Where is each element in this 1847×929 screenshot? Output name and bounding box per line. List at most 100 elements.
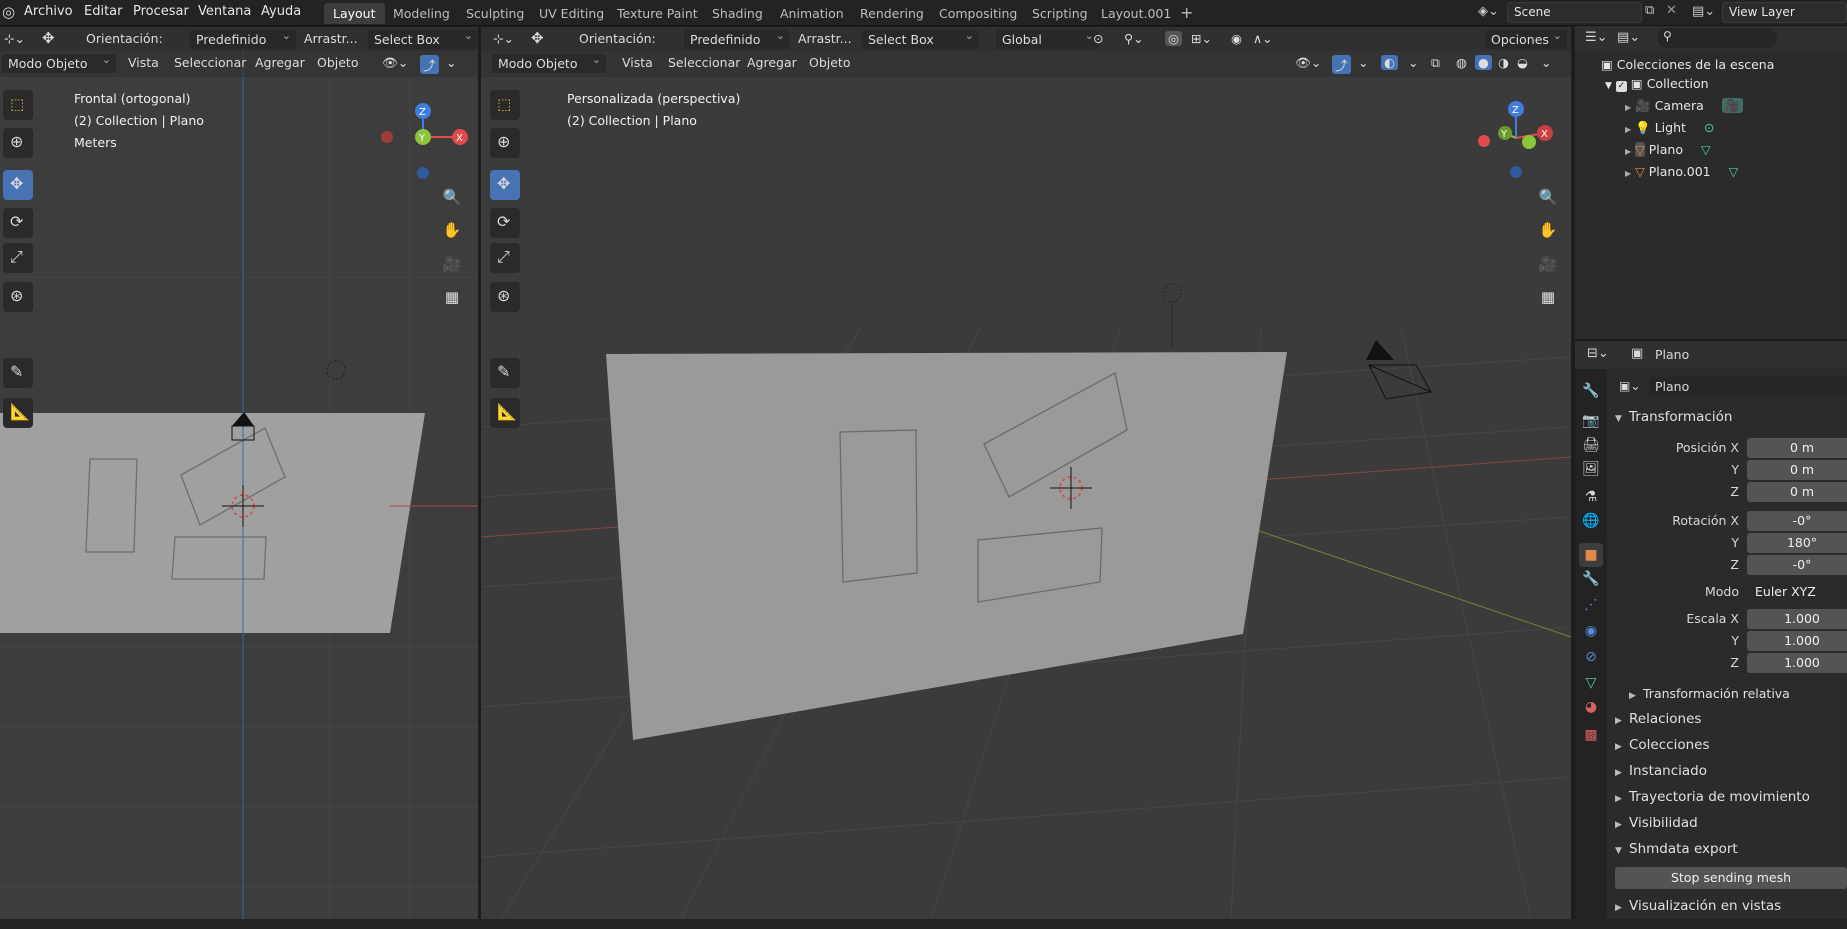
select-mode-dropdown[interactable]: Select Box xyxy=(368,29,478,49)
menu-archivo[interactable]: Archivo xyxy=(24,4,73,19)
menu-seleccionar[interactable]: Seleccionar xyxy=(174,55,246,70)
menu-agregar[interactable]: Agregar xyxy=(747,55,797,70)
texture-tab-icon[interactable]: ▩ xyxy=(1579,723,1603,747)
proportional-edit-icon[interactable]: ◉ xyxy=(1231,31,1242,46)
rotation-x-field[interactable]: -0° xyxy=(1747,511,1847,531)
display-mode-icon[interactable]: ▤⌄ xyxy=(1617,30,1640,45)
snap-toggle-icon[interactable]: ◎ xyxy=(1165,31,1182,46)
expand-arrow-icon[interactable]: ▶ xyxy=(1625,103,1631,112)
snap-icon[interactable]: ⚲⌄ xyxy=(1124,31,1144,46)
position-x-field[interactable]: 0 m xyxy=(1747,438,1847,458)
tab-modeling[interactable]: Modeling xyxy=(384,3,459,24)
pan-hand-icon[interactable]: ✋ xyxy=(439,217,465,243)
overlay-toggle-icon[interactable]: ◐ xyxy=(1381,55,1398,70)
tab-shading[interactable]: Shading xyxy=(703,3,772,24)
shading-material-icon[interactable]: ◑ xyxy=(1498,55,1509,70)
annotate-tool[interactable]: ✎ xyxy=(3,358,33,388)
scene-selector-icon[interactable]: ◈⌄ xyxy=(1478,4,1499,19)
collections-section-header[interactable]: ▶ Colecciones xyxy=(1615,737,1710,753)
material-tab-icon[interactable]: ◕ xyxy=(1579,695,1603,719)
rotate-tool[interactable]: ⟳ xyxy=(3,208,33,238)
tab-texture-paint[interactable]: Texture Paint xyxy=(608,3,707,24)
scale-z-field[interactable]: 1.000 xyxy=(1747,653,1847,673)
pivot-icon[interactable]: ⊙ xyxy=(1093,31,1103,46)
scale-x-field[interactable]: 1.000 xyxy=(1747,609,1847,629)
front-ortho-viewport[interactable]: ⊹⌄ ✥ Orientación: Predefinido Arrastr...… xyxy=(0,27,478,919)
output-tab-icon[interactable]: 🖨 xyxy=(1579,433,1603,457)
tab-sculpting[interactable]: Sculpting xyxy=(457,3,533,24)
world-tab-icon[interactable]: 🌐 xyxy=(1579,509,1603,533)
expand-arrow-icon[interactable]: ▶ xyxy=(1625,169,1631,178)
outliner-item-camera[interactable]: ▶ 🎥 Camera 🎥 xyxy=(1625,98,1744,117)
orientation-dropdown[interactable]: Predefinido xyxy=(190,29,296,49)
data-tab-icon[interactable]: ▽ xyxy=(1579,671,1603,695)
snap-target-icon[interactable]: ⊞⌄ xyxy=(1191,31,1212,46)
gizmo-dropdown-icon[interactable]: ⌄ xyxy=(446,55,456,70)
tab-compositing[interactable]: Compositing xyxy=(930,3,1026,24)
view-layer-field[interactable]: View Layer xyxy=(1722,2,1847,23)
object-type-icon[interactable]: ▣⌄ xyxy=(1619,379,1640,393)
add-workspace-icon[interactable]: + xyxy=(1180,3,1193,22)
mode-dropdown[interactable]: Modo Objeto xyxy=(492,53,606,73)
blender-logo-icon[interactable]: ◎ xyxy=(2,3,15,21)
render-tab-icon[interactable]: 📷 xyxy=(1579,409,1603,433)
cursor-tool[interactable]: ⊕ xyxy=(3,128,33,158)
physics-tab-icon[interactable]: ◉ xyxy=(1579,619,1603,643)
tab-scripting[interactable]: Scripting xyxy=(1023,3,1097,24)
rotate-tool[interactable]: ⟳ xyxy=(490,208,520,238)
pan-hand-icon[interactable]: ✋ xyxy=(1535,217,1561,243)
menu-vista[interactable]: Vista xyxy=(622,55,653,70)
menu-vista[interactable]: Vista xyxy=(128,55,159,70)
transform-space-dropdown[interactable]: Global xyxy=(996,29,1099,49)
visibility-icon[interactable]: 👁⌄ xyxy=(382,55,408,71)
zoom-icon[interactable]: 🔍 xyxy=(439,184,465,210)
motion-paths-section-header[interactable]: ▶ Trayectoria de movimiento xyxy=(1615,789,1810,805)
rotation-mode-dropdown[interactable]: Euler XYZ xyxy=(1747,582,1847,602)
visibility-section-header[interactable]: ▶ Visibilidad xyxy=(1615,815,1698,831)
tab-layout[interactable]: Layout xyxy=(324,3,385,24)
properties-editor-type-icon[interactable]: ⊟⌄ xyxy=(1587,346,1609,361)
drag-label[interactable]: Arrastr... xyxy=(798,31,852,46)
rotation-z-field[interactable]: -0° xyxy=(1747,555,1847,575)
camera-view-icon[interactable]: 🎥 xyxy=(1535,251,1561,277)
overlay-dropdown-icon[interactable]: ⌄ xyxy=(1408,55,1418,70)
gizmo-toggle-icon[interactable]: ⤴ xyxy=(1332,55,1351,74)
move-tool[interactable]: ✥ xyxy=(3,170,33,200)
transform-tool[interactable]: ⊛ xyxy=(490,282,520,312)
outliner-editor-type-icon[interactable]: ☰⌄ xyxy=(1585,30,1608,45)
perspective-viewport[interactable]: ⊹⌄ ✥ Orientación: Predefinido Arrastr...… xyxy=(481,27,1571,919)
select-box-tool[interactable]: ⬚ xyxy=(490,90,520,120)
view-layer-tab-icon[interactable]: 🖼 xyxy=(1579,457,1603,481)
collapse-arrow-icon[interactable]: ▼ xyxy=(1605,81,1612,91)
shading-wireframe-icon[interactable]: ◍ xyxy=(1456,55,1467,70)
outliner-item-plano[interactable]: ▶ ▽ Plano ▽ xyxy=(1625,142,1711,161)
menu-ayuda[interactable]: Ayuda xyxy=(261,4,301,19)
position-y-field[interactable]: 0 m xyxy=(1747,460,1847,480)
scale-tool[interactable]: ⤢ xyxy=(3,243,33,273)
relations-section-header[interactable]: ▶ Relaciones xyxy=(1615,711,1701,727)
select-mode-dropdown[interactable]: Select Box xyxy=(862,29,979,49)
transform-tool[interactable]: ⊛ xyxy=(3,282,33,312)
outliner-item-light[interactable]: ▶ 💡 Light ⊙ xyxy=(1625,120,1714,139)
measure-tool[interactable]: 📐 xyxy=(3,398,33,428)
light-data-icon[interactable]: ⊙ xyxy=(1704,120,1714,135)
scale-y-field[interactable]: 1.000 xyxy=(1747,631,1847,651)
viewport-display-section-header[interactable]: ▶ Visualización en vistas xyxy=(1615,898,1781,914)
tool-settings-icon[interactable]: ⊹⌄ xyxy=(493,31,514,46)
zoom-icon[interactable]: 🔍 xyxy=(1535,184,1561,210)
checkbox-icon[interactable]: ✓ xyxy=(1615,81,1627,92)
scene-collection-row[interactable]: ▣ Colecciones de la escena xyxy=(1601,57,1774,76)
delta-transform-header[interactable]: ▶ Transformación relativa xyxy=(1629,686,1790,701)
position-z-field[interactable]: 0 m xyxy=(1747,482,1847,502)
modifier-tab-icon[interactable]: 🔧 xyxy=(1579,567,1603,591)
gizmo-dropdown-icon[interactable]: ⌄ xyxy=(1358,55,1368,70)
object-tab-icon[interactable]: ■ xyxy=(1579,543,1603,567)
move-tool[interactable]: ✥ xyxy=(490,170,520,200)
outliner-search-input[interactable] xyxy=(1657,28,1777,48)
gizmo-toggle-icon[interactable]: ⤴ xyxy=(420,55,439,74)
mesh-data-icon[interactable]: ▽ xyxy=(1701,142,1711,157)
orientation-dropdown[interactable]: Predefinido xyxy=(684,29,790,49)
perspective-toggle-icon[interactable]: ▦ xyxy=(1535,284,1561,310)
tool-settings-icon[interactable]: ⊹⌄ xyxy=(4,31,25,46)
tab-rendering[interactable]: Rendering xyxy=(851,3,933,24)
